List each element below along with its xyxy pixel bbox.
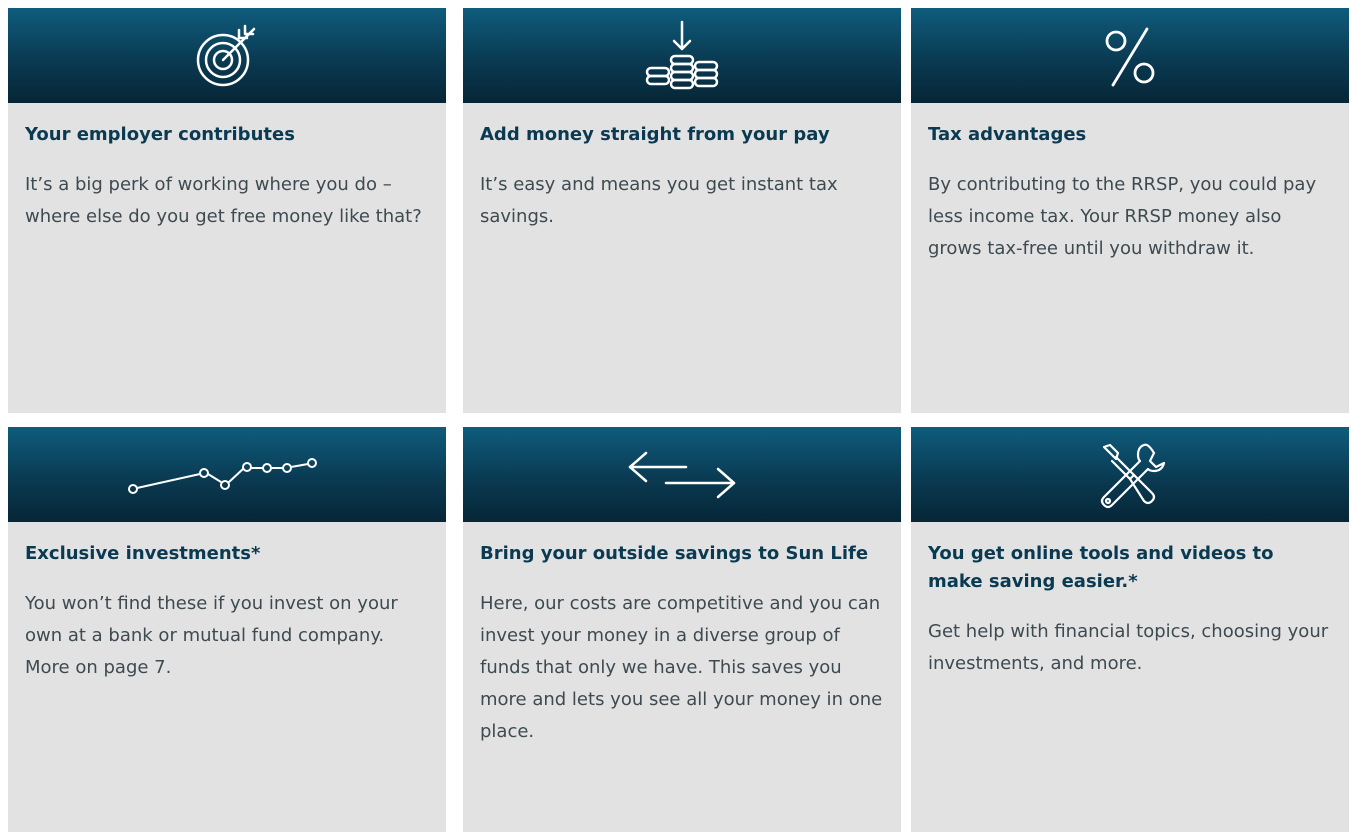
card-title: Bring your outside savings to Sun Life bbox=[480, 543, 869, 564]
tools-icon bbox=[1100, 443, 1166, 508]
card-header-band bbox=[911, 8, 1349, 103]
benefit-card-tax-advantages: Tax advantages By contributing to the RR… bbox=[911, 8, 1349, 413]
card-title: Your employer contributes bbox=[25, 124, 295, 145]
target-icon bbox=[196, 24, 256, 86]
card-title: Exclusive investments* bbox=[25, 543, 261, 564]
benefit-card-employer-contributes: Your employer contributes It’s a big per… bbox=[8, 8, 446, 413]
benefit-card-outside-savings: Bring your outside savings to Sun Life H… bbox=[463, 427, 901, 832]
card-text: By contributing to the RRSP, you could p… bbox=[928, 174, 1317, 259]
card-header-band bbox=[911, 427, 1349, 522]
card-title: Add money straight from your pay bbox=[480, 124, 830, 145]
transfer-arrows-icon bbox=[628, 451, 736, 498]
card-text: Here, our costs are competitive and you … bbox=[480, 593, 883, 742]
card-text: You won’t find these if you invest on yo… bbox=[25, 593, 398, 678]
line-graph-icon bbox=[128, 457, 317, 494]
coins-arrow-icon bbox=[645, 20, 719, 89]
card-header-band bbox=[8, 8, 446, 103]
benefit-card-add-money: Add money straight from your pay It’s ea… bbox=[463, 8, 901, 413]
card-text: It’s easy and means you get instant tax … bbox=[480, 174, 838, 227]
benefit-card-online-tools: You get online tools and videos to make … bbox=[911, 427, 1349, 832]
card-text: Get help with financial topics, choosing… bbox=[928, 621, 1329, 674]
benefit-card-exclusive-investments: Exclusive investments* You won’t find th… bbox=[8, 427, 446, 832]
card-text: It’s a big perk of working where you do … bbox=[25, 174, 422, 227]
card-header-band bbox=[8, 427, 446, 522]
card-title: Tax advantages bbox=[928, 124, 1087, 145]
card-header-band bbox=[463, 8, 901, 103]
card-header-band bbox=[463, 427, 901, 522]
card-title: You get online tools and videos to make … bbox=[928, 543, 1274, 592]
benefits-grid: Your employer contributes It’s a big per… bbox=[0, 0, 1351, 832]
percent-icon bbox=[1105, 27, 1155, 86]
